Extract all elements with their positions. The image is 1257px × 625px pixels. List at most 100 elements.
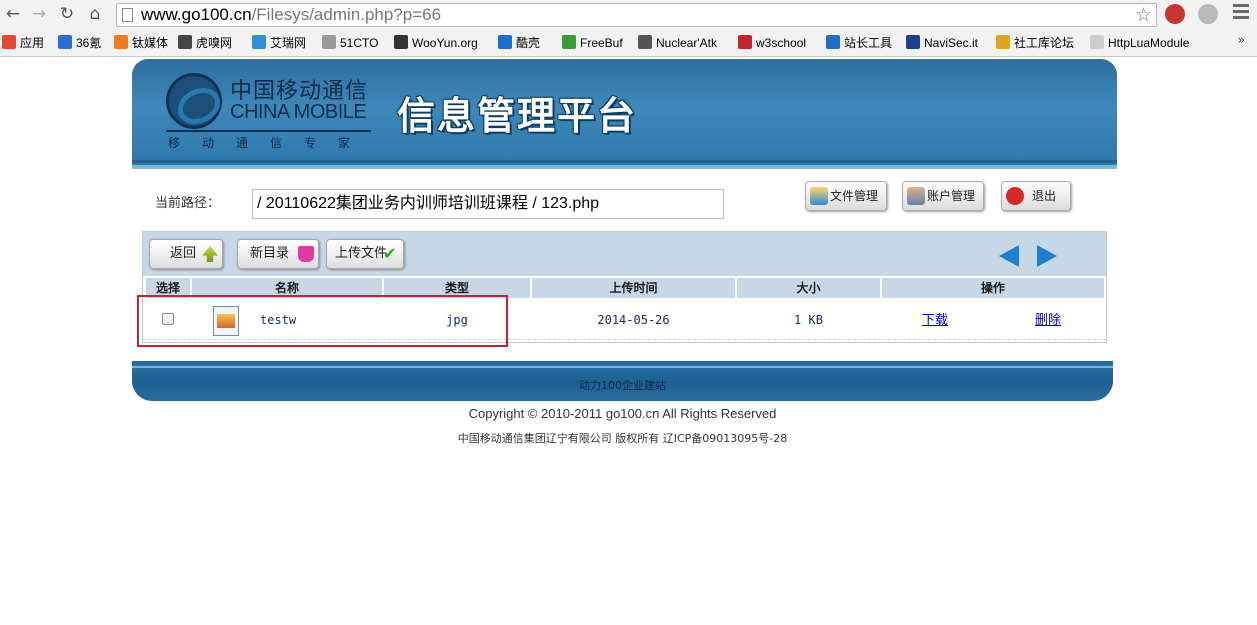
bookmark-item[interactable]: 酷壳: [498, 33, 540, 53]
copyright-text: Copyright © 2010-2011 go100.cn All Right…: [468, 406, 777, 421]
bookmark-item[interactable]: 站长工具: [826, 33, 892, 53]
new-directory-button[interactable]: 新目录: [237, 239, 319, 269]
bookmark-item[interactable]: FreeBuf: [562, 33, 623, 53]
bookmark-favicon-icon: [114, 35, 128, 49]
download-link-text[interactable]: 下载: [922, 313, 948, 328]
logout-button[interactable]: 退出: [1001, 181, 1072, 211]
file-toolbar: 返回 新目录 上传文件 ✔: [143, 232, 1106, 276]
bookmark-favicon-icon: [638, 35, 652, 49]
bookmark-item[interactable]: 36氪: [58, 33, 101, 53]
account-manage-label: 账户管理: [927, 189, 976, 203]
up-arrow-icon: [202, 246, 218, 262]
page-icon: [122, 8, 133, 22]
address-bar[interactable]: www.go100.cn/Filesys/admin.php?p=66 ☆: [116, 3, 1157, 27]
back-button[interactable]: 返回: [149, 239, 223, 269]
back-arrow-icon[interactable]: ←: [2, 3, 24, 25]
bookmark-label: FreeBuf: [580, 36, 623, 50]
header-stripe: [132, 160, 1117, 163]
bookmark-item[interactable]: 应用: [2, 33, 44, 53]
file-size: 1 KB: [794, 313, 823, 327]
extension-icon[interactable]: [1165, 4, 1185, 24]
header-upload-time: 上传时间: [532, 278, 735, 298]
bookmark-label: 艾瑞网: [270, 36, 307, 50]
users-icon: [907, 187, 925, 205]
bookmark-item[interactable]: WooYun.org: [394, 33, 478, 53]
upload-file-button[interactable]: 上传文件 ✔: [326, 239, 404, 269]
reload-icon[interactable]: ↻: [56, 3, 78, 25]
bookmark-favicon-icon: [738, 35, 752, 49]
highlight-box: [137, 295, 508, 347]
current-path-field[interactable]: / 20110622集团业务内训师培训班课程 / 123.php: [252, 189, 724, 219]
bookmark-favicon-icon: [394, 35, 408, 49]
bookmark-favicon-icon: [252, 35, 266, 49]
delete-link-text[interactable]: 删除: [1035, 313, 1061, 328]
bookmark-favicon-icon: [1090, 35, 1104, 49]
logo-divider: [166, 130, 371, 132]
bookmark-favicon-icon: [826, 35, 840, 49]
prev-page-icon[interactable]: [999, 245, 1019, 267]
bookmark-item[interactable]: 艾瑞网: [252, 33, 306, 53]
cart-icon: [298, 246, 314, 262]
china-mobile-logo: 中国移动通信 CHINA MOBILE 移动通信专家: [166, 71, 376, 156]
bookmark-item[interactable]: 钛媒体: [114, 33, 168, 53]
file-manage-label: 文件管理: [830, 189, 879, 203]
delete-link[interactable]: 删除: [1026, 300, 1070, 340]
bookmark-favicon-icon: [2, 35, 16, 49]
bookmark-label: 站长工具: [844, 36, 893, 50]
bookmark-label: WooYun.org: [412, 36, 478, 50]
bookmarks-bar: 应用 36氪 钛媒体 虎嗅网 艾瑞网 51CTO WooYun.org 酷壳 FreeBuf Nu…: [0, 31, 1257, 55]
bookmark-favicon-icon: [498, 35, 512, 49]
footer-brand-text: 动力100企业建站: [579, 379, 666, 392]
globe-icon[interactable]: [1198, 4, 1218, 24]
bookmark-star-icon[interactable]: ☆: [1135, 4, 1152, 26]
header-actions: 操作: [882, 278, 1104, 298]
back-label: 返回: [170, 246, 197, 261]
china-mobile-logo-icon: [166, 73, 222, 129]
footer-stripe: [132, 361, 1113, 364]
bookmark-item[interactable]: w3school: [738, 33, 806, 53]
bookmark-label: 应用: [20, 36, 45, 50]
bookmarks-more[interactable]: »: [1238, 33, 1245, 47]
bookmark-item[interactable]: HttpLuaModule: [1090, 33, 1189, 53]
bookmark-favicon-icon: [58, 35, 72, 49]
download-link[interactable]: 下载: [913, 300, 957, 340]
bookmark-favicon-icon: [562, 35, 576, 49]
bookmark-item[interactable]: Nuclear'Atk: [638, 33, 717, 53]
checkmark-icon: ✔: [383, 244, 397, 263]
bookmark-label: NaviSec.it: [924, 36, 979, 50]
folder-globe-icon: [810, 187, 828, 205]
bookmark-favicon-icon: [906, 35, 920, 49]
bookmark-label: Nuclear'Atk: [656, 36, 717, 50]
bookmark-label: 51CTO: [340, 36, 379, 50]
file-upload-time: 2014-05-26: [597, 313, 670, 327]
bookmark-label: 36氪: [76, 36, 102, 50]
upload-file-label: 上传文件: [335, 246, 388, 261]
bookmark-item[interactable]: 虎嗅网: [178, 33, 232, 53]
footer-bar: 动力100企业建站: [132, 361, 1113, 401]
address-url[interactable]: www.go100.cn/Filesys/admin.php?p=66: [141, 5, 441, 25]
bookmark-label: HttpLuaModule: [1108, 36, 1190, 50]
logout-label: 退出: [1032, 189, 1057, 203]
file-manage-button[interactable]: 文件管理: [805, 181, 888, 211]
icp-text: 中国移动通信集团辽宁有限公司 版权所有 辽ICP备09013095号-28: [457, 432, 788, 445]
site-header: 中国移动通信 CHINA MOBILE 移动通信专家 信息管理平台: [132, 59, 1117, 169]
bookmark-favicon-icon: [322, 35, 336, 49]
logo-slogan: 移动通信专家: [168, 136, 373, 150]
home-icon[interactable]: ⌂: [84, 3, 106, 25]
header-size: 大小: [737, 278, 880, 298]
bookmark-label: 社工库论坛: [1014, 36, 1075, 50]
forward-arrow-icon[interactable]: →: [28, 3, 50, 25]
bookmark-item[interactable]: 社工库论坛: [996, 33, 1074, 53]
bookmark-item[interactable]: NaviSec.it: [906, 33, 978, 53]
close-circle-icon: [1006, 187, 1024, 205]
bookmark-item[interactable]: 51CTO: [322, 33, 378, 53]
bookmark-favicon-icon: [996, 35, 1010, 49]
account-manage-button[interactable]: 账户管理: [902, 181, 985, 211]
new-directory-label: 新目录: [250, 246, 290, 261]
platform-title: 信息管理平台: [397, 94, 638, 138]
next-page-icon[interactable]: [1037, 245, 1057, 267]
menu-icon[interactable]: [1233, 4, 1249, 22]
logo-en-text: CHINA MOBILE: [230, 101, 367, 123]
path-row: 当前路径： / 20110622集团业务内训师培训班课程 / 123.php 文…: [132, 181, 1117, 221]
bookmark-label: w3school: [756, 36, 807, 50]
